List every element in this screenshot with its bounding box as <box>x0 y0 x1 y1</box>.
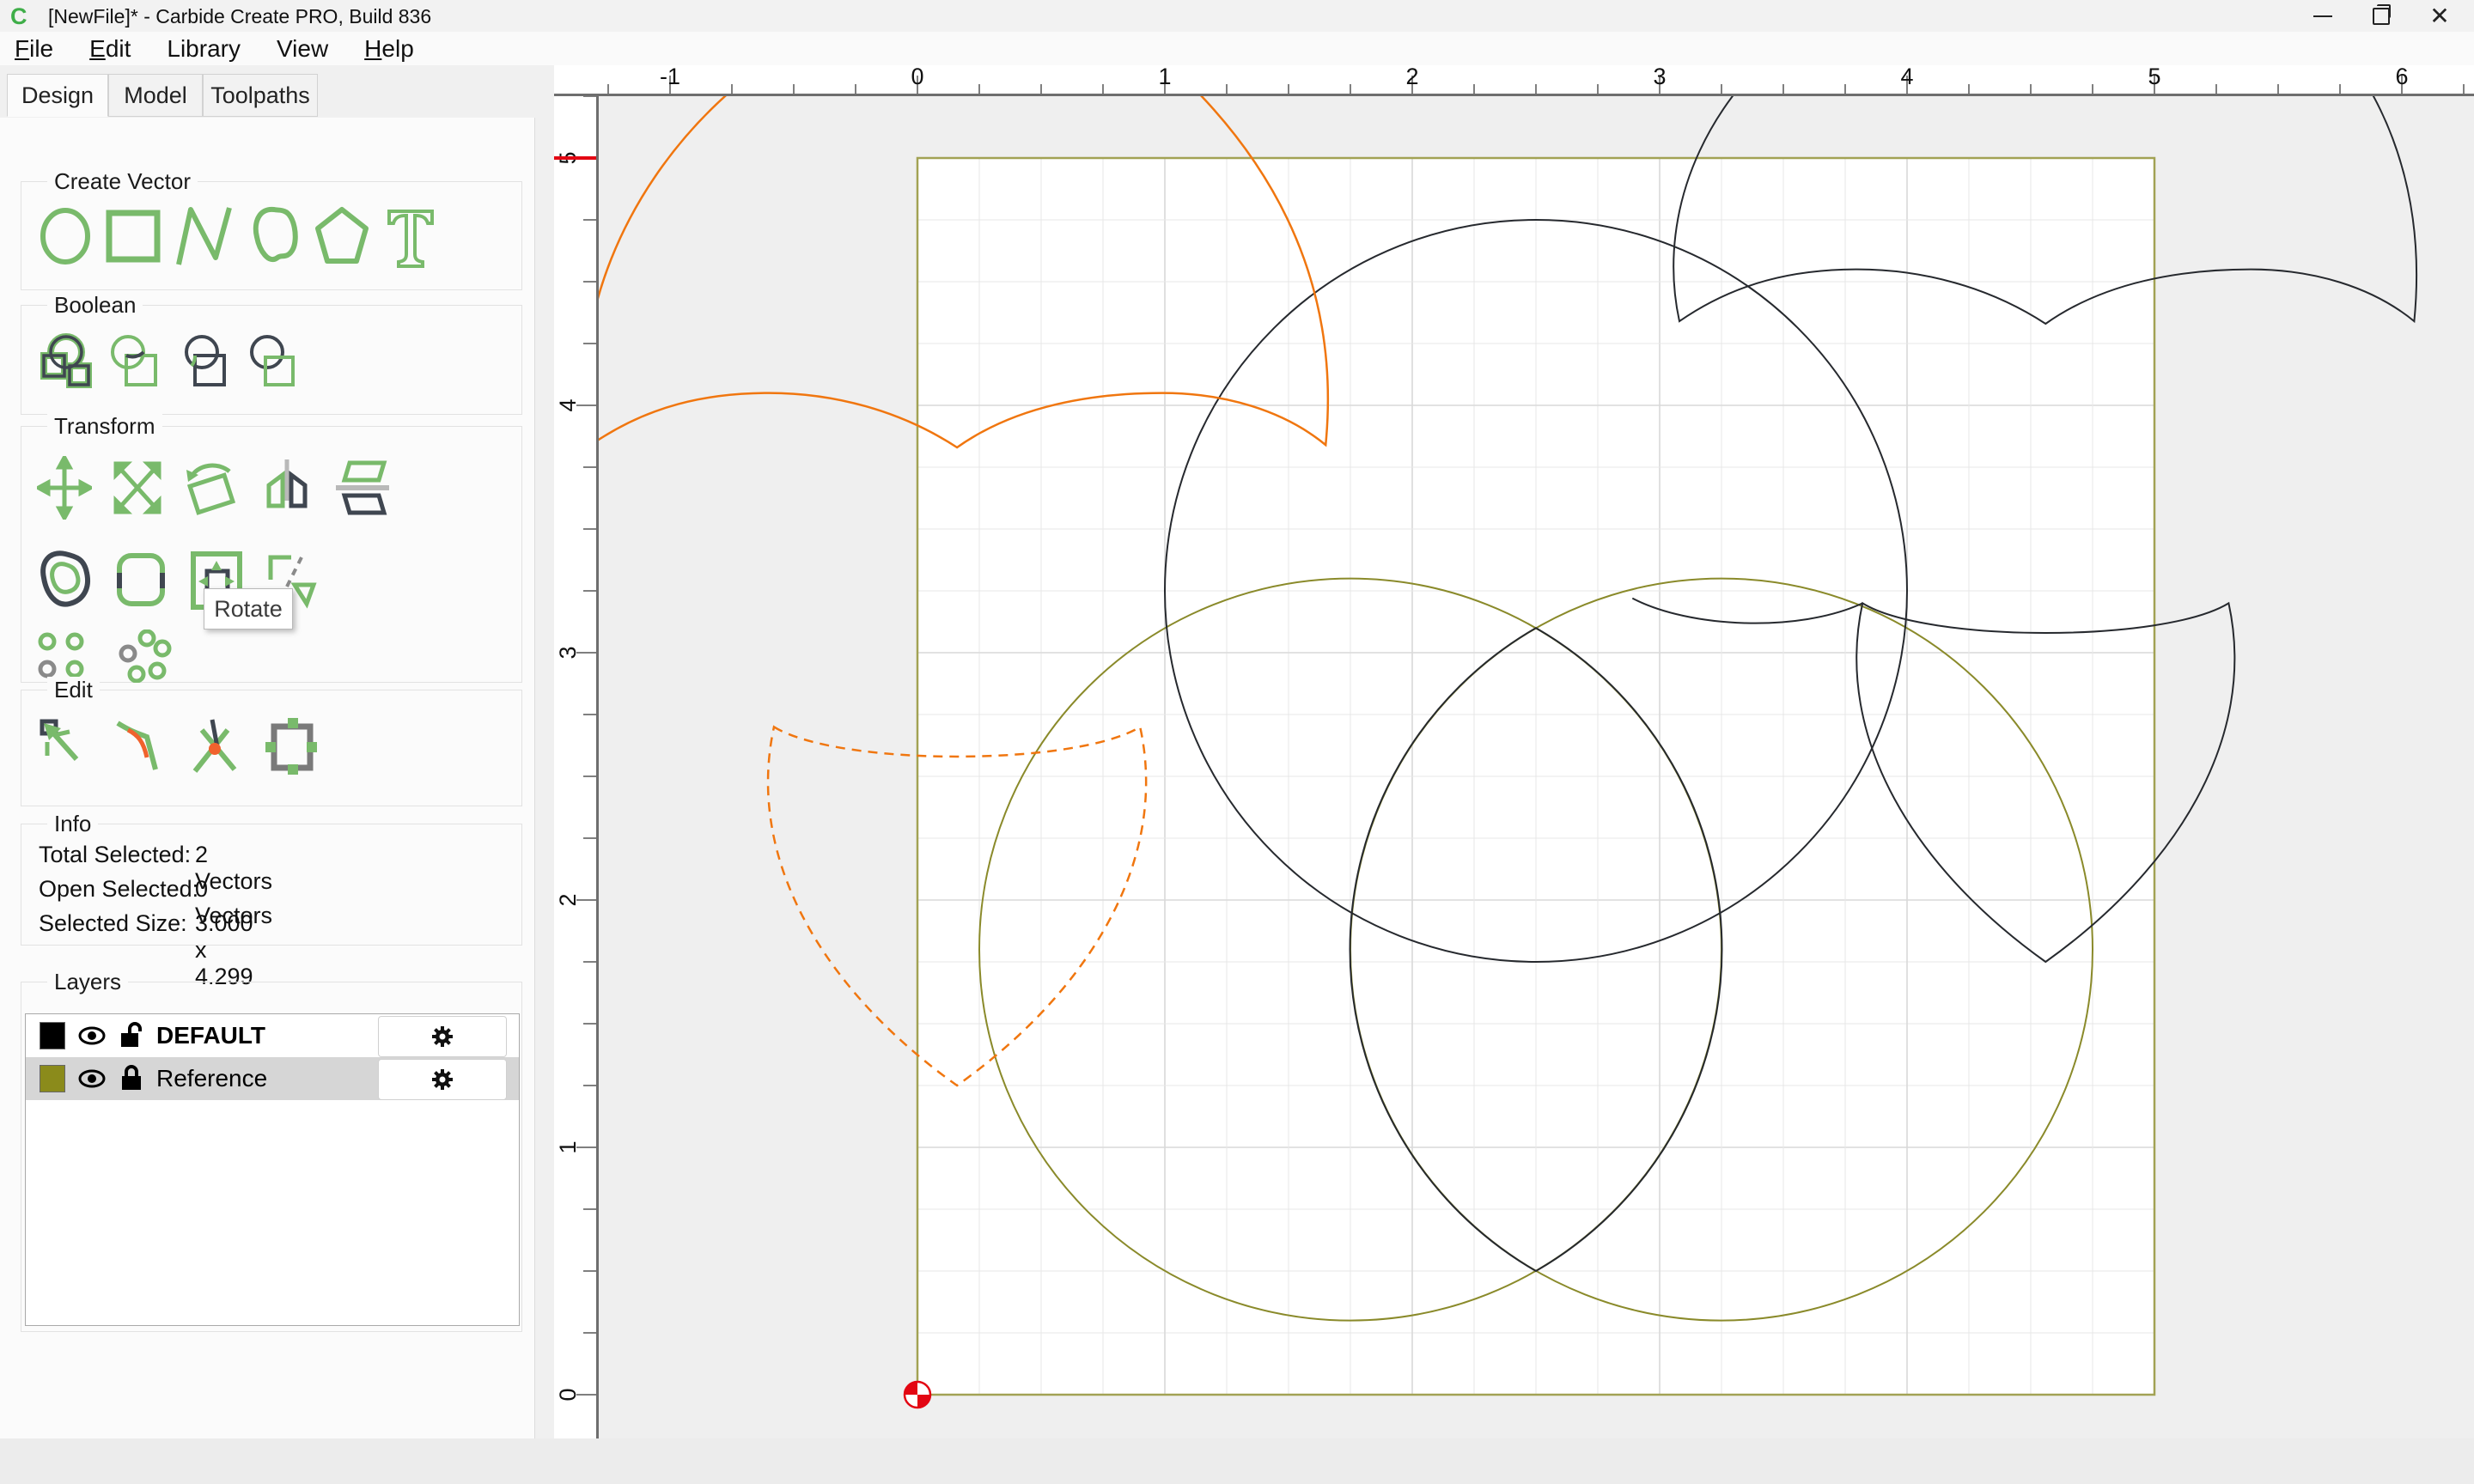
svg-text:0: 0 <box>555 1388 581 1401</box>
node-edit-tool-icon[interactable] <box>37 716 94 778</box>
layer-name: DEFAULT <box>156 1022 266 1049</box>
info-selected-size: Selected Size: 3.000 x 4.299 <box>39 910 253 989</box>
unlock-icon[interactable] <box>119 1021 144 1050</box>
info-total-selected: Total Selected: 2 Vectors <box>39 842 273 894</box>
edit-label: Edit <box>47 677 100 703</box>
grid-array-tool-icon[interactable] <box>37 631 92 681</box>
bounding-box-tool-icon[interactable] <box>264 716 320 778</box>
info-open-selected: Open Selected: 0 Vectors <box>39 876 273 928</box>
eye-icon[interactable] <box>77 1068 107 1089</box>
layer-color-swatch[interactable] <box>40 1065 65 1092</box>
close-icon: ✕ <box>2429 2 2450 29</box>
svg-text:0: 0 <box>911 65 923 89</box>
rectangle-tool-icon[interactable] <box>106 204 161 268</box>
carbide-create-window: C [NewFile]* - Carbide Create PRO, Build… <box>0 0 2474 1484</box>
design-panel: Create Vector Boolean Transform Edit Inf… <box>0 118 535 1438</box>
svg-text:-1: -1 <box>660 65 680 89</box>
menu-library[interactable]: Library <box>167 35 241 63</box>
svg-text:4: 4 <box>1900 65 1913 89</box>
boolean-subtract-back-icon[interactable] <box>245 333 298 392</box>
svg-text:2: 2 <box>1405 65 1418 89</box>
restore-icon <box>2373 3 2391 25</box>
menu-help[interactable]: Help <box>364 35 414 63</box>
polyline-tool-icon[interactable] <box>174 204 235 268</box>
top-ruler: -1 0 1 2 3 4 5 6 <box>554 65 2474 96</box>
layer-name: Reference <box>156 1065 268 1092</box>
menu-edit[interactable]: Edit <box>89 35 131 63</box>
scale-tool-icon[interactable] <box>111 456 164 520</box>
rotate-tooltip: Rotate <box>204 588 293 629</box>
layer-color-swatch[interactable] <box>40 1022 65 1049</box>
svg-text:4: 4 <box>555 398 581 411</box>
title-bar: C [NewFile]* - Carbide Create PRO, Build… <box>0 0 2474 32</box>
tab-bar: Design Model Toolpaths <box>7 74 318 119</box>
boolean-subtract-front-icon[interactable] <box>176 333 229 392</box>
fillet-tool-icon[interactable] <box>113 716 169 778</box>
menu-view[interactable]: View <box>277 35 328 63</box>
polygon-tool-icon[interactable] <box>314 204 370 268</box>
svg-text:2: 2 <box>555 893 581 906</box>
minimize-button[interactable] <box>2294 0 2352 32</box>
svg-text:5: 5 <box>2148 65 2160 89</box>
eye-icon[interactable] <box>77 1025 107 1046</box>
layer-row-default[interactable]: DEFAULT <box>26 1014 519 1057</box>
close-button[interactable]: ✕ <box>2410 0 2469 32</box>
lock-icon[interactable] <box>119 1064 144 1093</box>
menu-file[interactable]: File <box>15 35 53 63</box>
tab-design[interactable]: Design <box>7 74 108 117</box>
app-logo-icon: C <box>10 3 27 29</box>
mirror-tool-icon[interactable] <box>259 456 315 520</box>
boolean-label: Boolean <box>47 292 143 319</box>
svg-text:6: 6 <box>2395 65 2408 89</box>
left-panel: Design Model Toolpaths Create Vector Boole… <box>0 65 554 1438</box>
flip-tool-icon[interactable] <box>334 456 391 520</box>
svg-text:1: 1 <box>1158 65 1171 89</box>
text-tool-icon[interactable] <box>384 204 437 268</box>
boolean-union-icon[interactable] <box>39 333 92 392</box>
layers-group: Layers DEFAULT Reference <box>21 969 522 1332</box>
trim-tool-icon[interactable] <box>188 716 245 778</box>
layers-label: Layers <box>47 969 129 995</box>
status-strip <box>0 1438 2474 1484</box>
edit-group: Edit <box>21 677 522 806</box>
circular-array-tool-icon[interactable] <box>118 629 173 683</box>
round-corner-tool-icon[interactable] <box>113 549 169 611</box>
tab-model[interactable]: Model <box>108 74 203 117</box>
menu-bar: File Edit Library View Help <box>0 32 2474 65</box>
left-ruler: 012345 <box>554 96 599 1438</box>
curve-tool-icon[interactable] <box>248 204 300 268</box>
svg-text:3: 3 <box>555 646 581 659</box>
circle-tool-icon[interactable] <box>39 204 92 268</box>
transform-group: Transform <box>21 413 522 683</box>
window-title: [NewFile]* - Carbide Create PRO, Build 8… <box>48 5 432 27</box>
design-canvas[interactable] <box>599 96 2474 1438</box>
boolean-group: Boolean <box>21 292 522 415</box>
restore-button[interactable] <box>2352 0 2410 32</box>
tab-toolpaths[interactable]: Toolpaths <box>203 74 318 117</box>
rotate-tool-icon[interactable] <box>183 456 240 520</box>
layer-row-reference[interactable]: Reference <box>26 1057 519 1100</box>
transform-label: Transform <box>47 413 162 440</box>
info-group: Info Total Selected: 2 Vectors Open Selec… <box>21 811 522 989</box>
offset-tool-icon[interactable] <box>37 549 94 611</box>
move-tool-icon[interactable] <box>37 456 92 520</box>
gear-icon <box>432 1069 453 1090</box>
info-label: Info <box>47 811 99 837</box>
layer-settings-button[interactable] <box>378 1059 507 1100</box>
svg-text:1: 1 <box>555 1140 581 1153</box>
svg-text:3: 3 <box>1653 65 1666 89</box>
boolean-intersect-icon[interactable] <box>107 333 161 392</box>
layer-settings-button[interactable] <box>378 1016 507 1057</box>
create-vector-group: Create Vector <box>21 168 522 290</box>
gear-icon <box>432 1026 453 1047</box>
layers-list: DEFAULT Reference <box>25 1013 520 1326</box>
create-vector-label: Create Vector <box>47 168 198 195</box>
minimize-icon <box>2313 15 2332 17</box>
